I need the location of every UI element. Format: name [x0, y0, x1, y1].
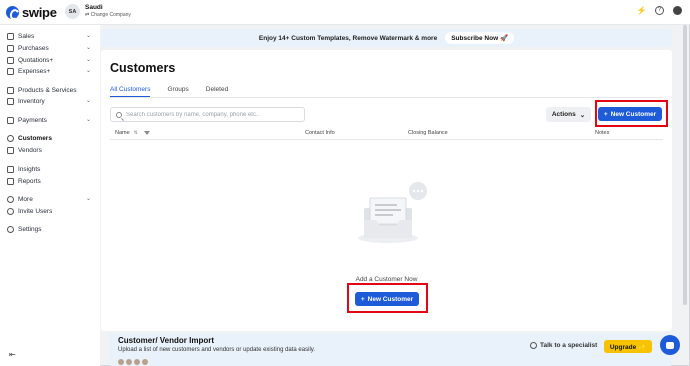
- sidebar-item-expenses[interactable]: Expenses+ ⌄: [7, 66, 91, 76]
- new-customer-button-top[interactable]: + New Customer: [598, 107, 662, 121]
- sidebar-item-customers[interactable]: Customers: [7, 133, 91, 143]
- import-card: Customer/ Vendor Import Upload a list of…: [109, 333, 672, 366]
- sidebar-item-quotations[interactable]: Quotations+ ⌄: [7, 55, 91, 65]
- avatar: [118, 359, 124, 365]
- scrollbar[interactable]: [683, 25, 687, 305]
- specialist-avatars: [118, 359, 148, 365]
- chevron-down-icon: ⌄: [85, 57, 91, 63]
- logo-text: swipe: [22, 4, 57, 20]
- chat-support-button[interactable]: [660, 335, 680, 355]
- reports-icon: [7, 177, 14, 185]
- avatar: [134, 359, 140, 365]
- search-icon: [116, 111, 122, 118]
- help-icon[interactable]: ?: [655, 6, 664, 15]
- headset-icon: [530, 342, 537, 349]
- upgrade-button[interactable]: Upgrade ✨: [604, 340, 652, 353]
- sidebar-item-payments[interactable]: Payments ⌄: [7, 115, 91, 125]
- customer-tabs: All Customers Groups Deleted: [110, 86, 228, 97]
- top-bar: swipe SA Saudi ⇄ Change Company ⚡ ?: [0, 0, 690, 25]
- chevron-down-icon: ⌄: [85, 33, 91, 39]
- inventory-icon: [7, 97, 14, 105]
- sidebar: Sales ⌄ Purchases ⌄ Quotations+ ⌄ Expenses+…: [0, 25, 100, 366]
- empty-state-text: Add a Customer Now: [355, 276, 418, 283]
- expenses-icon: [7, 67, 14, 75]
- new-customer-button-empty[interactable]: + New Customer: [355, 292, 419, 306]
- sidebar-item-products-services[interactable]: Products & Services: [7, 85, 91, 95]
- column-header-contact-info: Contact Info: [305, 130, 335, 136]
- sidebar-item-invite-users[interactable]: Invite Users: [7, 206, 91, 216]
- page-title: Customers: [110, 61, 176, 75]
- column-header-notes: Notes: [595, 130, 610, 136]
- sidebar-item-settings[interactable]: Settings: [7, 224, 91, 234]
- empty-inbox-illustration: [358, 182, 427, 243]
- avatar: [126, 359, 132, 365]
- import-title: Customer/ Vendor Import: [118, 336, 215, 345]
- table-header: Name ⇅ Contact Info Closing Balance Notes: [110, 128, 663, 140]
- chevron-down-icon: ⌄: [85, 98, 91, 104]
- sidebar-item-insights[interactable]: Insights: [7, 164, 91, 174]
- sidebar-item-more[interactable]: More ⌄: [7, 194, 91, 204]
- search-input[interactable]: [126, 111, 296, 118]
- filter-icon[interactable]: [143, 130, 150, 135]
- top-icons: ⚡ ?: [637, 6, 682, 15]
- change-company-link[interactable]: ⇄ Change Company: [85, 12, 131, 19]
- column-header-closing-balance: Closing Balance: [408, 130, 448, 136]
- tab-deleted[interactable]: Deleted: [206, 86, 228, 97]
- collapse-sidebar-icon[interactable]: ⇤: [9, 350, 16, 359]
- customers-icon: [7, 134, 14, 142]
- chevron-down-icon: ⌄: [85, 117, 91, 123]
- search-box[interactable]: [110, 107, 305, 122]
- plus-icon: +: [360, 295, 365, 303]
- user-icon[interactable]: [673, 6, 682, 15]
- purchases-icon: [7, 44, 14, 52]
- banner-text: Enjoy 14+ Custom Templates, Remove Water…: [258, 34, 438, 42]
- chevron-down-icon: ⌄: [579, 111, 586, 119]
- sidebar-item-vendors[interactable]: Vendors: [7, 145, 91, 155]
- tab-groups[interactable]: Groups: [167, 86, 188, 97]
- sales-icon: [7, 32, 14, 40]
- swipe-logo-icon: [6, 5, 19, 19]
- talk-to-specialist-button[interactable]: Talk to a specialist: [530, 342, 597, 349]
- vendors-icon: [7, 146, 14, 154]
- chevron-down-icon: ⌄: [85, 68, 91, 74]
- sidebar-item-purchases[interactable]: Purchases ⌄: [7, 43, 91, 53]
- settings-icon: [7, 225, 14, 233]
- products-icon: [7, 86, 14, 94]
- customers-card: Customers All Customers Groups Deleted A…: [101, 50, 672, 331]
- payments-icon: [7, 116, 14, 124]
- actions-button[interactable]: Actions ⌄: [546, 107, 591, 122]
- bolt-icon[interactable]: ⚡: [637, 6, 647, 15]
- chevron-down-icon: ⌄: [85, 196, 91, 202]
- sidebar-item-sales[interactable]: Sales ⌄: [7, 31, 91, 41]
- subscribe-button[interactable]: Subscribe Now 🚀: [445, 32, 515, 44]
- chat-icon: [666, 341, 674, 349]
- tab-all-customers[interactable]: All Customers: [110, 86, 151, 97]
- import-description: Upload a list of new customers and vendo…: [118, 347, 315, 353]
- invite-users-icon: [7, 207, 14, 215]
- plus-icon: +: [603, 110, 608, 118]
- sidebar-item-inventory[interactable]: Inventory ⌄: [7, 96, 91, 106]
- insights-icon: [7, 165, 14, 173]
- sort-icon[interactable]: ⇅: [134, 130, 138, 136]
- company-avatar: SA: [65, 4, 80, 19]
- app-logo[interactable]: swipe: [6, 4, 57, 20]
- company-name: Saudi: [85, 4, 103, 11]
- chevron-down-icon: ⌄: [85, 45, 91, 51]
- column-header-name[interactable]: Name ⇅: [115, 130, 150, 136]
- avatar: [142, 359, 148, 365]
- sidebar-item-reports[interactable]: Reports: [7, 176, 91, 186]
- tab-divider: [110, 97, 663, 98]
- more-icon: [7, 195, 14, 203]
- company-switcher[interactable]: SA Saudi ⇄ Change Company: [65, 4, 131, 19]
- promo-banner: Enjoy 14+ Custom Templates, Remove Water…: [101, 29, 672, 47]
- quotations-icon: [7, 56, 14, 64]
